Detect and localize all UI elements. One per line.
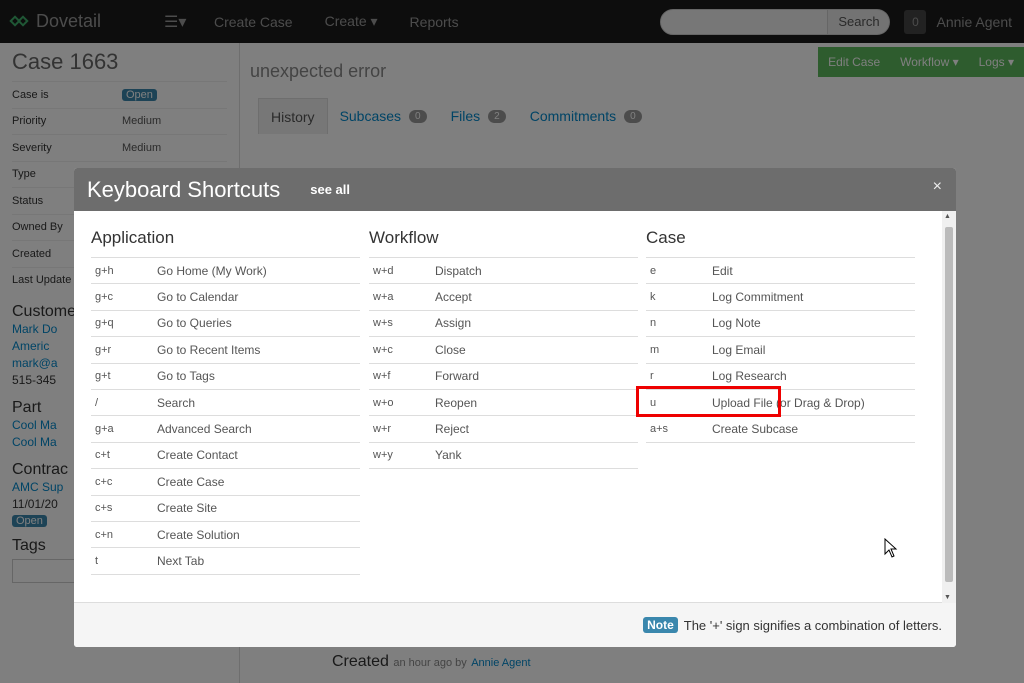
shortcut-key: /: [95, 396, 99, 409]
shortcut-row: g+q Go to Queries: [91, 311, 360, 338]
shortcut-row: c+t Create Contact: [91, 443, 360, 470]
shortcut-action: Create Contact: [157, 448, 238, 463]
shortcut-row: c+s Create Site: [91, 496, 360, 522]
shortcut-row: m Log Email: [646, 337, 915, 364]
upload-file-highlight-box: [636, 386, 781, 417]
mouse-cursor-icon: [884, 538, 898, 558]
scroll-down-icon[interactable]: ▼: [944, 594, 951, 601]
shortcut-key: w+r: [373, 423, 392, 436]
shortcut-action: Next Tab: [157, 553, 205, 568]
column-heading: Workflow: [369, 228, 638, 258]
shortcut-row: w+s Assign: [369, 311, 638, 338]
modal-header: Keyboard Shortcuts see all ×: [74, 168, 956, 211]
shortcut-action: Go Home (My Work): [157, 263, 267, 278]
shortcut-action: Reject: [435, 422, 470, 437]
shortcut-action: Go to Recent Items: [157, 342, 261, 357]
shortcut-key: r: [650, 370, 654, 383]
shortcut-row: c+c Create Case: [91, 469, 360, 496]
shortcut-row: g+h Go Home (My Work): [91, 258, 360, 285]
see-all-link[interactable]: see all: [310, 182, 350, 197]
shortcut-action: Dispatch: [435, 263, 482, 278]
note-badge: Note: [643, 617, 678, 633]
shortcut-row: a+s Create Subcase: [646, 416, 915, 443]
shortcut-key: m: [650, 343, 660, 356]
shortcut-row: c+n Create Solution: [91, 522, 360, 549]
shortcut-row: w+c Close: [369, 337, 638, 364]
shortcut-key: g+r: [95, 343, 112, 356]
shortcut-key: n: [650, 317, 657, 330]
shortcut-key: w+y: [373, 449, 393, 462]
shortcut-key: c+t: [95, 449, 110, 462]
shortcut-action: Advanced Search: [157, 422, 252, 437]
shortcut-key: w+c: [373, 343, 393, 356]
shortcut-action: Search: [157, 395, 196, 410]
shortcut-row: t Next Tab: [91, 548, 360, 575]
shortcut-key: t: [95, 554, 99, 567]
shortcut-action: Close: [435, 342, 466, 357]
shortcut-row: w+f Forward: [369, 364, 638, 390]
shortcut-key: w+s: [373, 317, 393, 330]
shortcut-action: Go to Tags: [157, 369, 215, 384]
shortcut-action: Accept: [435, 290, 472, 305]
keyboard-shortcuts-modal: Keyboard Shortcuts see all × Application…: [74, 168, 956, 647]
shortcut-key: g+t: [95, 370, 111, 383]
shortcut-row: w+y Yank: [369, 443, 638, 470]
modal-scrollbar[interactable]: ▲ ▼: [942, 211, 956, 603]
shortcut-key: c+s: [95, 502, 113, 515]
close-icon[interactable]: ×: [933, 178, 942, 196]
shortcut-action: Log Research: [712, 369, 787, 384]
shortcut-action: Log Note: [712, 316, 761, 331]
shortcut-action: Create Solution: [157, 527, 240, 542]
shortcut-row: w+o Reopen: [369, 390, 638, 417]
shortcut-row: w+r Reject: [369, 416, 638, 443]
modal-title: Keyboard Shortcuts: [87, 176, 281, 202]
shortcut-key: g+q: [95, 317, 114, 330]
shortcut-action: Create Subcase: [712, 422, 799, 437]
shortcut-key: c+n: [95, 528, 114, 541]
scroll-up-icon[interactable]: ▲: [944, 213, 951, 220]
shortcut-action: Go to Calendar: [157, 290, 239, 305]
shortcut-key: k: [650, 291, 656, 304]
shortcut-key: g+h: [95, 264, 114, 277]
scroll-thumb[interactable]: [945, 227, 953, 582]
shortcut-action: Yank: [435, 448, 462, 463]
shortcut-key: w+d: [373, 264, 394, 277]
note-text: The '+' sign signifies a combination of …: [683, 617, 942, 633]
shortcut-row: g+t Go to Tags: [91, 364, 360, 390]
shortcut-action: Create Site: [157, 501, 218, 516]
shortcut-action: Reopen: [435, 395, 478, 410]
shortcut-row: w+d Dispatch: [369, 258, 638, 285]
shortcut-action: Forward: [435, 369, 480, 384]
modal-footer: Note The '+' sign signifies a combinatio…: [74, 603, 956, 647]
shortcut-row: k Log Commitment: [646, 284, 915, 311]
modal-body: Application g+h Go Home (My Work) g+c Go to …: [74, 211, 956, 603]
shortcut-action: Create Case: [157, 474, 225, 489]
shortcut-row: g+a Advanced Search: [91, 416, 360, 443]
shortcut-action: Assign: [435, 316, 472, 331]
column-heading: Case: [646, 228, 915, 258]
shortcut-column-workflow: Workflow w+d Dispatch w+a Accept w+s Assign w+c…: [369, 228, 638, 470]
shortcut-row: g+r Go to Recent Items: [91, 337, 360, 364]
shortcut-row: g+c Go to Calendar: [91, 284, 360, 311]
shortcut-action: Edit: [712, 263, 733, 278]
shortcut-key: a+s: [650, 423, 669, 436]
shortcut-row: n Log Note: [646, 311, 915, 338]
shortcut-row: e Edit: [646, 258, 915, 285]
shortcut-key: g+a: [95, 423, 114, 436]
shortcut-key: g+c: [95, 291, 114, 304]
shortcut-action: Go to Queries: [157, 316, 232, 331]
shortcut-row: / Search: [91, 390, 360, 417]
shortcut-key: w+a: [373, 291, 394, 304]
shortcut-key: w+o: [373, 396, 394, 409]
shortcut-key: w+f: [373, 370, 391, 383]
shortcut-key: c+c: [95, 475, 113, 488]
shortcut-action: Log Email: [712, 342, 766, 357]
shortcut-action: Log Commitment: [712, 290, 804, 305]
column-heading: Application: [91, 228, 360, 258]
shortcut-column-application: Application g+h Go Home (My Work) g+c Go to …: [91, 228, 360, 575]
shortcut-key: e: [650, 264, 657, 277]
shortcut-row: w+a Accept: [369, 284, 638, 311]
